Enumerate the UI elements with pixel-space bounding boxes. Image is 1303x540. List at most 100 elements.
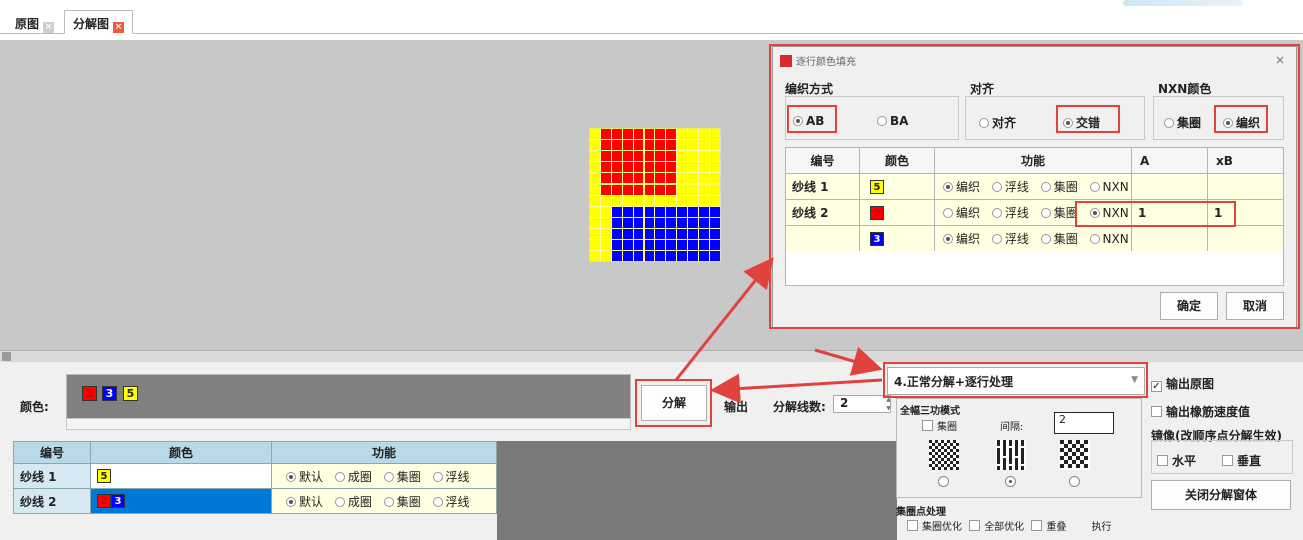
pattern-option-1-icon[interactable]: [929, 440, 959, 470]
grid-cell: [655, 217, 666, 228]
pattern-radio-1[interactable]: [938, 476, 949, 487]
close-decompose-button[interactable]: 关闭分解窗体: [1151, 480, 1291, 510]
grid-cell: [633, 217, 644, 228]
color-swatch[interactable]: 5: [123, 386, 138, 401]
tab-original[interactable]: 原图 ×: [6, 10, 63, 34]
grid-cell: [699, 173, 709, 184]
pattern-radio-2[interactable]: [1005, 476, 1016, 487]
radio-loop[interactable]: [334, 496, 345, 507]
execute-button[interactable]: 执行: [1092, 522, 1112, 533]
gap-input[interactable]: 2: [1054, 412, 1114, 434]
scroll-left-icon[interactable]: [2, 352, 11, 361]
output-rubber-checkbox[interactable]: 输出橡筋速度值: [1151, 403, 1250, 420]
grid-cell: [709, 140, 720, 151]
checkbox-icon[interactable]: [1157, 455, 1168, 466]
tri-mode-title: 全幅三功模式: [900, 406, 960, 417]
grid-cell: [644, 206, 655, 217]
grid-cell: [644, 228, 655, 239]
grid-cell: [688, 162, 698, 173]
color-swatch[interactable]: 3: [102, 386, 117, 401]
knit-highlight: [1214, 105, 1268, 133]
grid-cell: [633, 251, 644, 262]
grid-cell: [688, 240, 698, 251]
grid-cell: [699, 206, 709, 217]
table-empty-area: [497, 441, 897, 540]
tuck-optimize-label: 集圈优化: [922, 522, 962, 533]
radio-tuck[interactable]: [383, 496, 394, 507]
checkbox-icon[interactable]: [907, 520, 918, 531]
radio-default[interactable]: [286, 496, 296, 507]
nxn-highlight: [1075, 201, 1236, 227]
grid-cell: [666, 162, 677, 173]
swatch-scrollbar[interactable]: [66, 418, 631, 430]
thread-colors[interactable]: 5: [90, 463, 272, 489]
tuck-label: 集圈: [937, 422, 957, 433]
pattern-radio-3[interactable]: [1069, 476, 1080, 487]
grid-cell: [655, 195, 666, 206]
grid-cell: [622, 184, 633, 195]
grid-cell: [622, 206, 633, 217]
thread-id: 纱线 1: [13, 463, 91, 489]
thread-function[interactable]: 默认 成圈 集圈 浮线: [271, 463, 497, 489]
table-row[interactable]: 纱线 1 5 默认 成圈 集圈 浮线: [13, 463, 497, 489]
pattern-option-3-icon[interactable]: [1060, 440, 1090, 470]
grid-cell: [709, 217, 720, 228]
mirror-vertical-checkbox[interactable]: 垂直: [1222, 452, 1261, 469]
close-icon[interactable]: ×: [43, 22, 55, 33]
grid-cell: [677, 184, 688, 195]
grid-cell: [644, 195, 655, 206]
radio-default[interactable]: [286, 471, 296, 482]
tuck-point-options: 集圈优化 全部优化 重叠 执行: [903, 518, 1112, 533]
grid-cell: [600, 195, 611, 206]
radio-tuck[interactable]: [383, 471, 394, 482]
color-chip: 2: [97, 494, 111, 509]
color-chip: 3: [111, 494, 125, 509]
pattern-preview: [589, 128, 720, 262]
tab-decomposed[interactable]: 分解图 ×: [64, 10, 134, 34]
radio-float[interactable]: [432, 496, 443, 507]
grid-cell: [590, 228, 600, 239]
thread-function[interactable]: 默认 成圈 集圈 浮线: [271, 488, 497, 514]
grid-cell: [655, 129, 666, 140]
grid-cell: [611, 162, 622, 173]
color-swatch[interactable]: 2: [82, 386, 97, 401]
radio-float[interactable]: [432, 471, 443, 482]
thread-colors[interactable]: 23: [90, 488, 272, 514]
table-row[interactable]: 纱线 2 23 默认 成圈 集圈 浮线: [13, 488, 497, 514]
checkbox-icon[interactable]: [922, 420, 933, 431]
output-button[interactable]: 输出: [724, 398, 748, 415]
grid-cell: [644, 240, 655, 251]
checkbox-icon[interactable]: [1222, 455, 1233, 466]
horizontal-label: 水平: [1172, 454, 1197, 468]
close-icon[interactable]: ×: [113, 22, 125, 33]
tab-bar: 原图 × 分解图 ×: [0, 0, 1303, 34]
grid-cell: [666, 206, 677, 217]
checkbox-icon[interactable]: [1151, 406, 1162, 417]
grid-cell: [699, 129, 709, 140]
grid-cell: [666, 251, 677, 262]
column-header: 功能: [271, 441, 497, 464]
grid-cell: [666, 195, 677, 206]
grid-cell: [633, 140, 644, 151]
radio-loop[interactable]: [334, 471, 345, 482]
grid-cell: [677, 217, 688, 228]
grid-cell: [709, 162, 720, 173]
grid-cell: [655, 140, 666, 151]
grid-cell: [677, 240, 688, 251]
horizontal-scrollbar[interactable]: [0, 350, 1303, 362]
checkbox-checked-icon[interactable]: ✓: [1151, 381, 1162, 392]
output-original-checkbox[interactable]: ✓ 输出原图: [1151, 375, 1214, 392]
grid-cell: [633, 206, 644, 217]
grid-cell: [688, 195, 698, 206]
checkbox-icon[interactable]: [969, 520, 981, 531]
grid-cell: [666, 217, 677, 228]
grid-cell: [688, 251, 698, 262]
grid-cell: [655, 173, 666, 184]
tuck-checkbox[interactable]: 集圈: [922, 418, 957, 433]
grid-cell: [709, 184, 720, 195]
pattern-option-2-icon[interactable]: [996, 440, 1026, 470]
grid-cell: [655, 184, 666, 195]
checkbox-icon[interactable]: [1031, 520, 1043, 531]
mirror-horizontal-checkbox[interactable]: 水平: [1157, 452, 1196, 469]
grid-cell: [666, 140, 677, 151]
